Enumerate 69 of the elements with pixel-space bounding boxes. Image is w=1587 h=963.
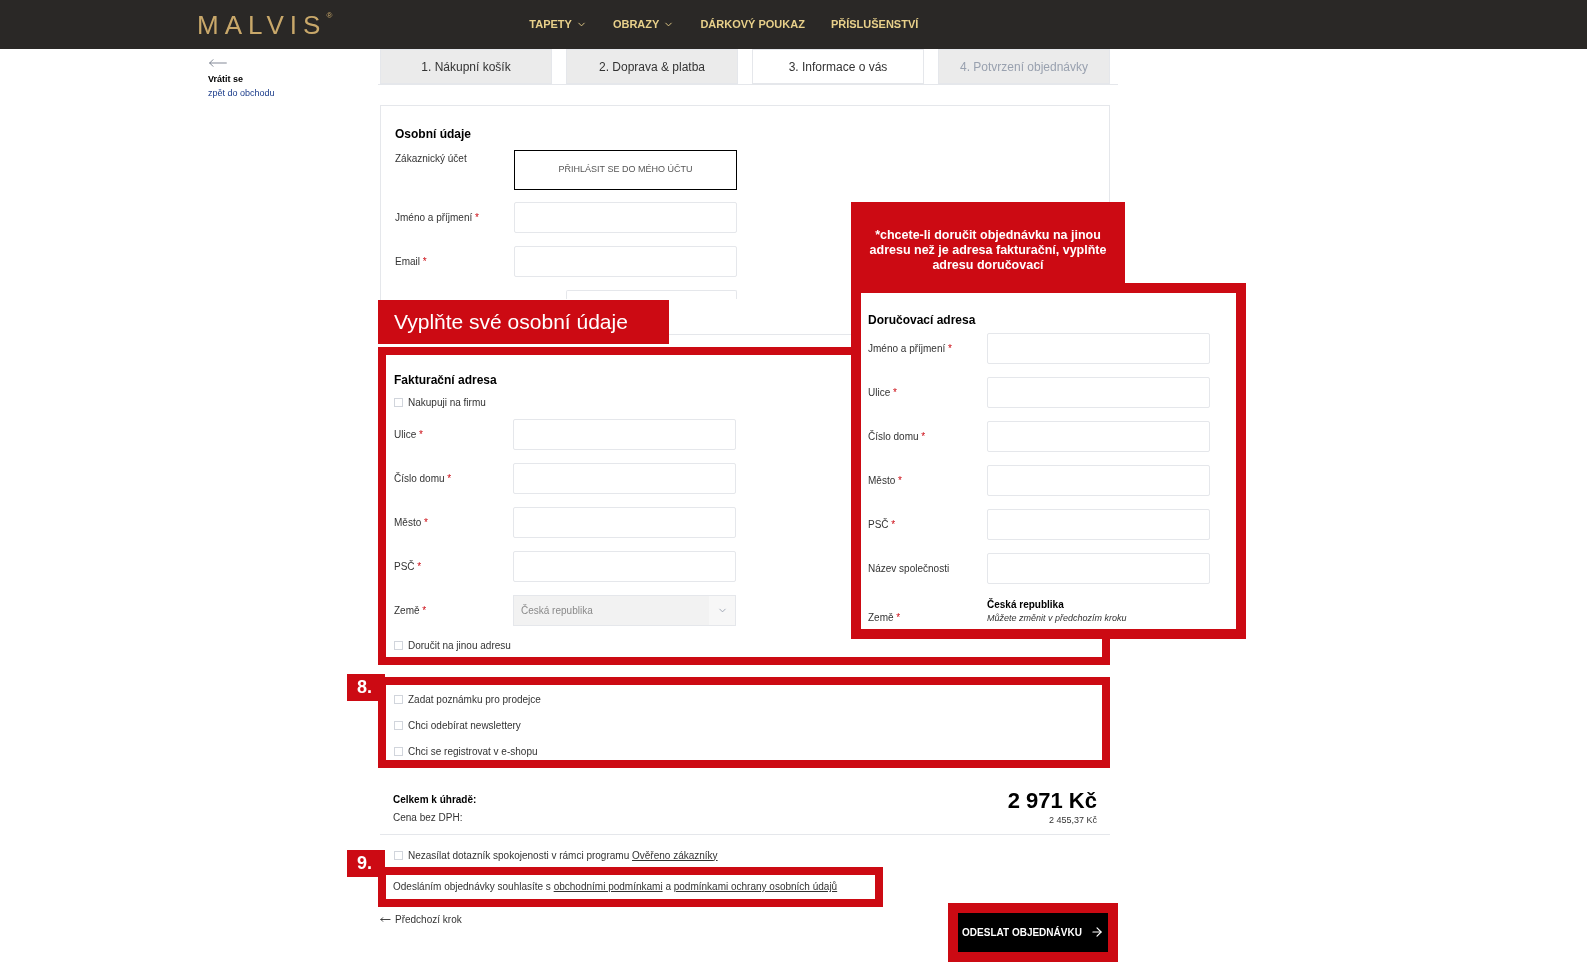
- field-label: Ulice *: [394, 428, 424, 442]
- section-heading: Fakturační adresa: [394, 372, 498, 388]
- nav-link[interactable]: TAPETY: [529, 16, 587, 33]
- checkbox[interactable]: [394, 641, 403, 650]
- logo[interactable]: MALVIS®: [197, 11, 333, 38]
- field-label: Zákaznický účet: [395, 152, 468, 166]
- login-button[interactable]: PŘIHLÁSIT SE DO MÉHO ÚČTU: [514, 150, 737, 190]
- field-label: Název společnosti: [868, 562, 951, 576]
- country-hint: Můžete změnit v předchozím kroku: [987, 612, 1127, 625]
- step-tab[interactable]: 3. Informace o vás: [752, 49, 924, 84]
- input-field[interactable]: [513, 463, 736, 494]
- checkbox-label: Zadat poznámku pro prodejce: [408, 693, 541, 707]
- survey-link[interactable]: Ověřeno zákazníky: [632, 849, 718, 861]
- checkbox-label: Chci se registrovat v e-shopu: [408, 745, 538, 759]
- step-tab[interactable]: 2. Doprava & platba: [566, 49, 738, 84]
- previous-step-link[interactable]: Předchozí krok: [380, 911, 883, 927]
- net-price-label: Cena bez DPH:: [393, 811, 464, 825]
- total-amount: 2 971 Kč: [1007, 788, 1097, 814]
- nav-link[interactable]: DÁRKOVÝ POUKAZ: [700, 16, 805, 33]
- checkbox[interactable]: [394, 747, 403, 756]
- step-number: 9.: [347, 850, 385, 877]
- checkbox[interactable]: [394, 721, 403, 730]
- input-field[interactable]: [987, 333, 1210, 364]
- field-label: Město *: [394, 516, 429, 530]
- checkbox[interactable]: [394, 695, 403, 704]
- arrow-right-icon: [1089, 925, 1104, 939]
- checkbox-label: Chci odebírat newslettery: [408, 719, 521, 733]
- phone-field[interactable]: [566, 290, 737, 299]
- checkbox[interactable]: [394, 398, 403, 407]
- total-label: Celkem k úhradě:: [393, 793, 477, 807]
- field-label: Město *: [868, 474, 903, 488]
- terms-link[interactable]: obchodními podmínkami: [553, 881, 663, 892]
- field-label: Ulice *: [868, 386, 898, 400]
- input-field[interactable]: [987, 377, 1210, 408]
- section-heading: Osobní údaje: [395, 126, 472, 143]
- net-price: 2 455,37 Kč: [1048, 814, 1097, 827]
- input-field[interactable]: [987, 509, 1210, 540]
- step-tab[interactable]: 1. Nákupní košík: [380, 49, 552, 84]
- input-field[interactable]: [987, 465, 1210, 496]
- input-field[interactable]: [513, 419, 736, 450]
- field-label: Jméno a příjmení *: [395, 211, 480, 225]
- input-field[interactable]: [513, 551, 736, 582]
- field-label: Jméno a příjmení *: [868, 342, 953, 356]
- submit-button[interactable]: ODESLAT OBJEDNÁVKU: [958, 912, 1108, 952]
- input-field[interactable]: [513, 507, 736, 538]
- field-label: PSČ *: [394, 559, 423, 574]
- field-label: PSČ *: [868, 517, 897, 532]
- field-label: Země *: [394, 604, 428, 618]
- checkbox[interactable]: [394, 850, 403, 860]
- input-field[interactable]: [987, 421, 1210, 452]
- field-label: Číslo domu *: [394, 471, 453, 486]
- field-label: Číslo domu *: [868, 429, 927, 444]
- back-link[interactable]: Vrátit se zpět do obchodu: [208, 49, 275, 100]
- field-label: Země *: [868, 610, 902, 625]
- field-label: Email *: [395, 255, 428, 269]
- input-field[interactable]: [987, 553, 1210, 584]
- input-field[interactable]: [514, 202, 737, 233]
- input-field[interactable]: [514, 246, 737, 277]
- checkbox-label: Nezasílat dotazník spokojenosti v rámci programu Ověřeno zákazníky: [408, 848, 718, 863]
- step-number: 8.: [347, 674, 385, 701]
- country-value: Česká republika: [987, 597, 1065, 612]
- section-heading: Doručovací adresa: [868, 312, 977, 328]
- nav-link[interactable]: OBRAZY: [612, 16, 675, 33]
- nav-link[interactable]: PŘÍSLUŠENSTVÍ: [830, 16, 919, 33]
- checkbox-label: Nakupuji na firmu: [408, 396, 486, 410]
- terms-text: Odesláním objednávky souhlasíte s obchodními podmínkami a podmínkami ochrany osobních údajů: [393, 880, 838, 894]
- privacy-link[interactable]: podmínkami ochrany osobních údajů: [673, 881, 838, 892]
- checkbox-label: Doručit na jinou adresu: [408, 639, 511, 653]
- annotation-banner: Vyplňte své osobní údaje: [378, 300, 669, 344]
